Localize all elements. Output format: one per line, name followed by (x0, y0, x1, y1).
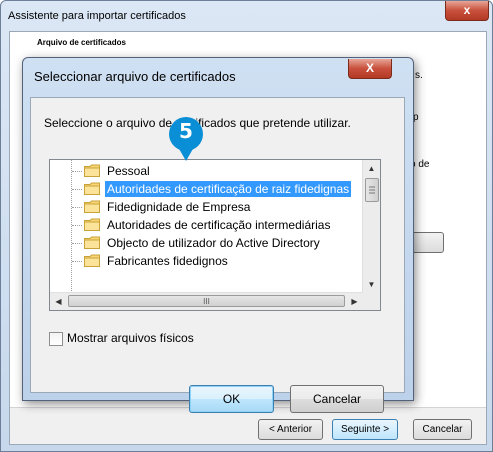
tree-item-store[interactable]: Autoridades de certificação intermediári… (50, 216, 363, 234)
tree-connector (72, 243, 82, 244)
back-button[interactable]: < Anterior (258, 419, 323, 440)
dialog-body: Seleccione o arquivo de certificados que… (30, 97, 405, 413)
certificate-store-tree[interactable]: Pessoal Autoridades de certificação de ra… (49, 159, 381, 311)
grip-icon (369, 186, 375, 194)
folder-icon (84, 182, 100, 195)
tree-viewport: Pessoal Autoridades de certificação de ra… (50, 160, 363, 293)
next-button-label: Seguinte > (340, 424, 390, 435)
tree-item-label: Fidedignidade de Empresa (107, 200, 251, 214)
dialog-close-button[interactable]: X (348, 59, 392, 79)
dialog-cancel-button[interactable]: Cancelar (290, 385, 384, 413)
tree-connector (72, 261, 82, 262)
select-certificate-store-dialog: Seleccionar arquivo de certificados X Se… (22, 57, 414, 413)
tree-connector (72, 225, 82, 226)
tree-item-store[interactable]: Objecto de utilizador do Active Director… (50, 234, 363, 252)
step-marker-badge: 5 (166, 116, 206, 162)
tree-item-store[interactable]: Fidedignidade de Empresa (50, 198, 363, 216)
wizard-text-fragment: s. (415, 70, 423, 81)
horizontal-scroll-thumb[interactable]: III (68, 295, 345, 307)
folder-icon (84, 218, 100, 231)
ok-button-label: OK (222, 392, 241, 406)
tree-item-label: Autoridades de certificação de raiz fide… (105, 181, 352, 197)
tree-connector (72, 171, 82, 172)
scroll-down-arrow-icon[interactable]: ▼ (363, 276, 380, 293)
tree-item-store[interactable]: Fabricantes fidedignos (50, 252, 363, 270)
folder-icon (84, 164, 100, 177)
scrollbar-corner (363, 293, 380, 310)
folder-icon (84, 236, 100, 249)
dialog-prompt: Seleccione o arquivo de certificados que… (44, 116, 351, 130)
dialog-title: Seleccionar arquivo de certificados (34, 69, 236, 84)
show-physical-stores-label[interactable]: Mostrar arquivos físicos (67, 331, 194, 345)
tree-item-label: Pessoal (107, 164, 150, 178)
checkbox-box[interactable] (49, 332, 63, 346)
vertical-scrollbar[interactable]: ▲ ▼ (362, 160, 380, 293)
tree-item-store[interactable]: Pessoal (50, 162, 363, 180)
scroll-left-arrow-icon[interactable]: ◀ (50, 293, 67, 310)
step-number: 5 (179, 119, 193, 143)
vertical-scroll-thumb[interactable] (365, 178, 379, 202)
scroll-right-arrow-icon[interactable]: ▶ (346, 293, 363, 310)
folder-icon (84, 254, 100, 267)
wizard-close-button[interactable]: x (445, 1, 489, 21)
back-button-label: < Anterior (268, 424, 313, 435)
tree-connector (72, 189, 82, 190)
horizontal-scrollbar[interactable]: ◀ III ▶ (50, 292, 363, 310)
wizard-cancel-label: Cancelar (422, 424, 463, 435)
tree-item-label: Autoridades de certificação intermediári… (107, 218, 331, 232)
wizard-section-label: Arquivo de certificados (37, 38, 126, 47)
scroll-up-arrow-icon[interactable]: ▲ (363, 160, 380, 177)
tree-item-label: Fabricantes fidedignos (107, 254, 228, 268)
next-button[interactable]: Seguinte > (332, 419, 398, 440)
folder-icon (84, 200, 100, 213)
ok-button[interactable]: OK (189, 385, 274, 413)
tree-item-label: Objecto de utilizador do Active Director… (107, 236, 320, 250)
wizard-cancel-button[interactable]: Cancelar (413, 419, 472, 440)
tree-connector (72, 207, 82, 208)
tree-item-store[interactable]: Autoridades de certificação de raiz fide… (50, 180, 363, 198)
wizard-title: Assistente para importar certificados (8, 10, 186, 22)
dialog-cancel-label: Cancelar (312, 392, 362, 406)
